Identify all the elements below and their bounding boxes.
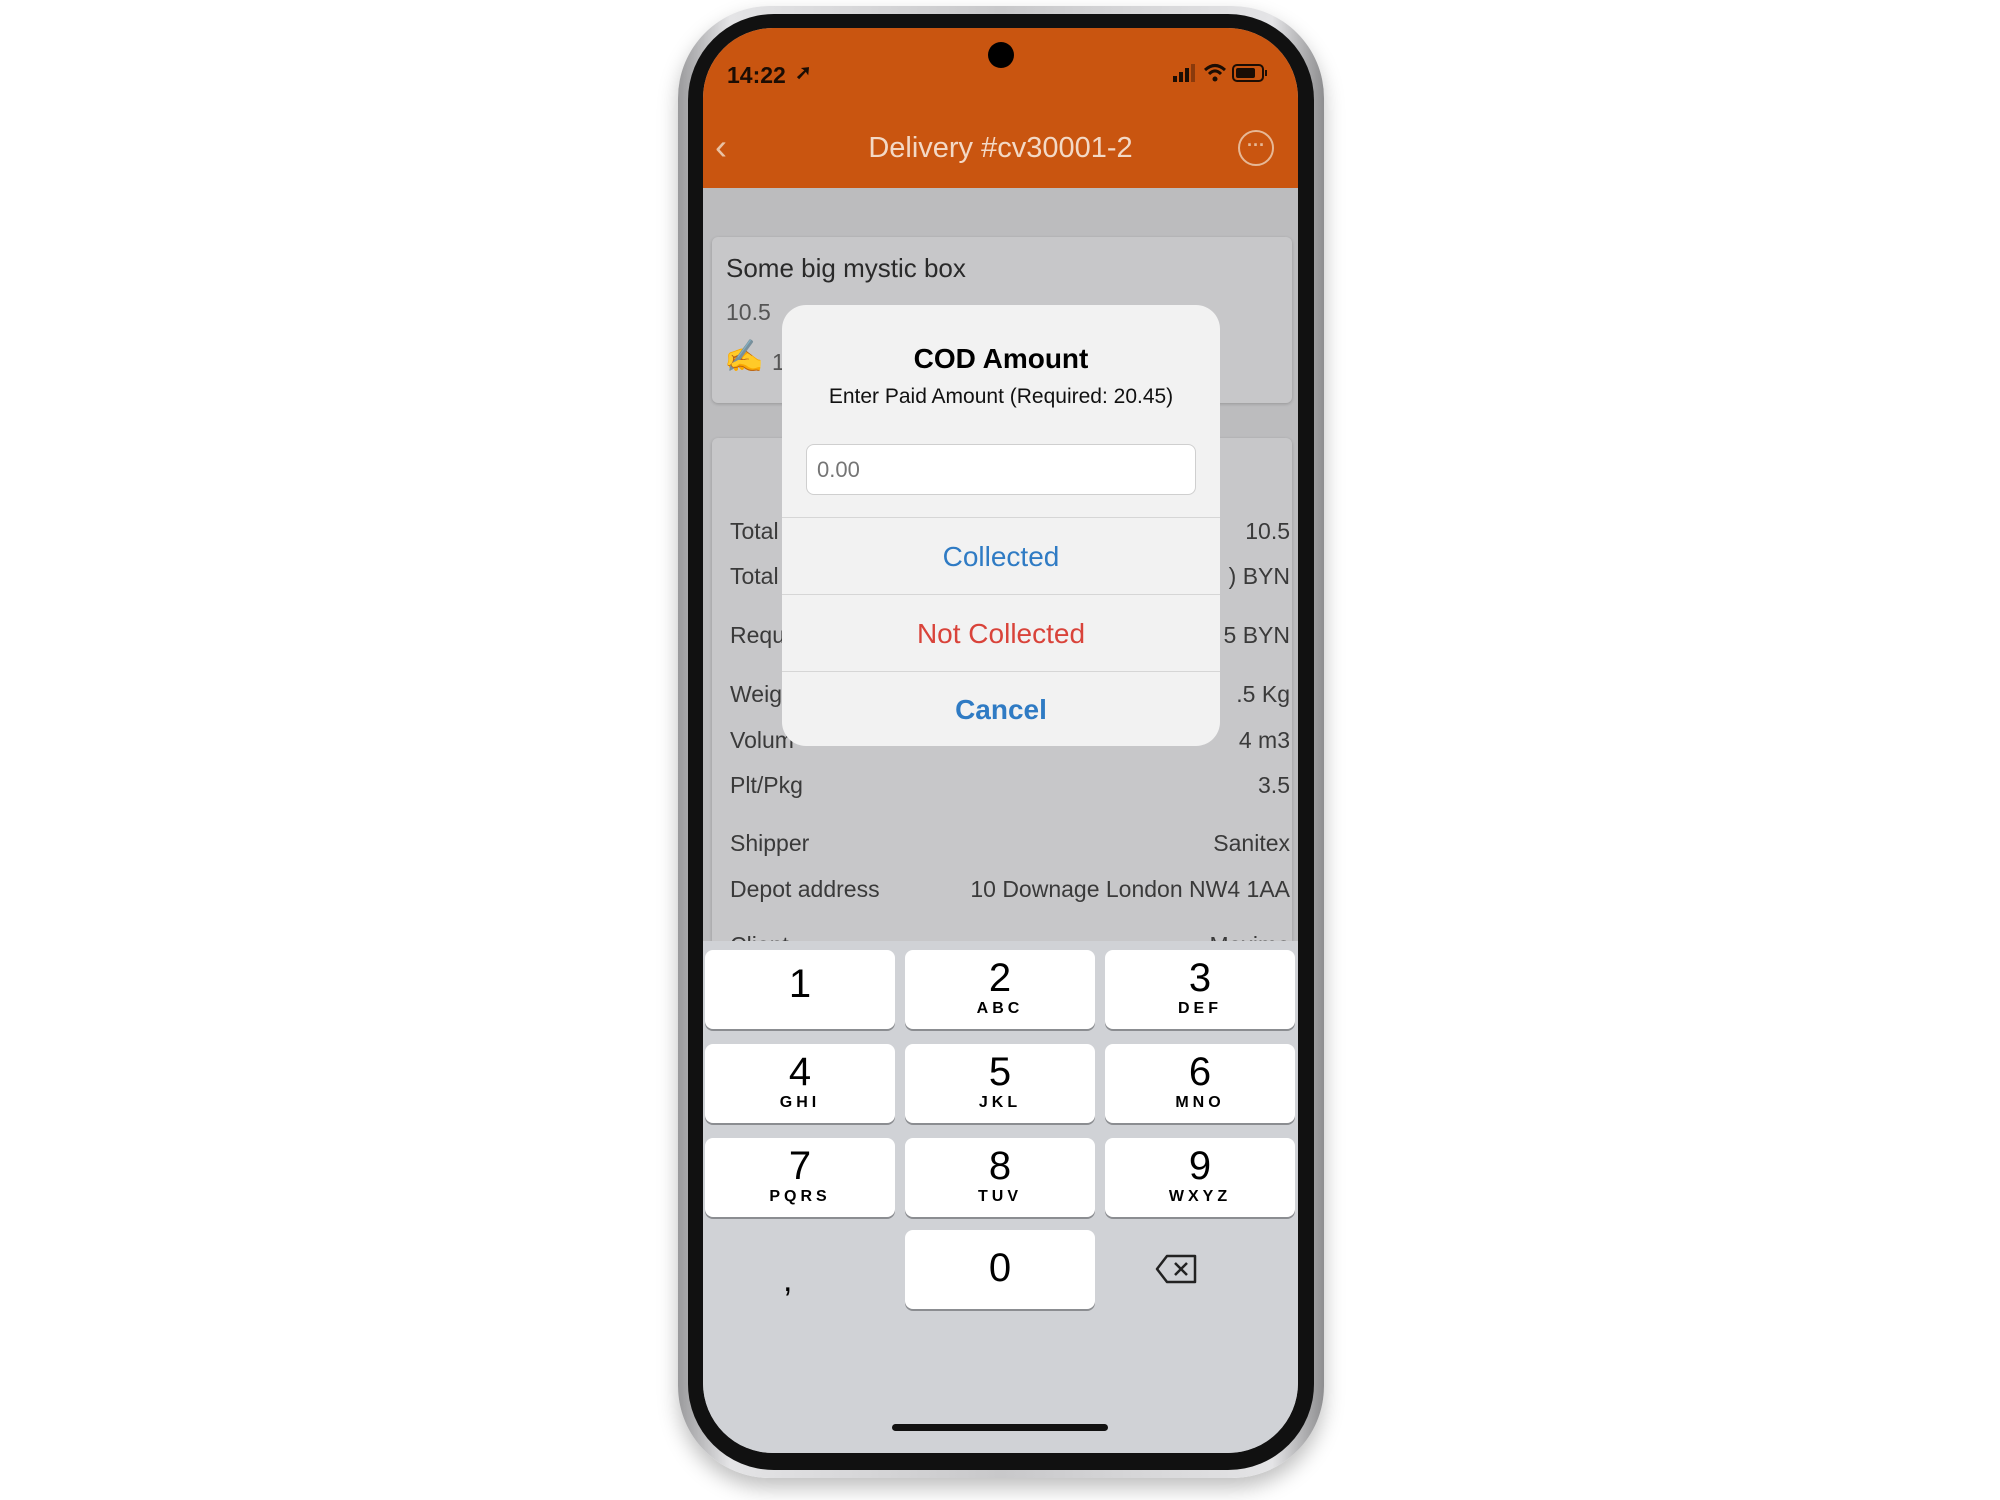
detail-row: Plt/Pkg 3.5: [730, 772, 1290, 799]
detail-label: Plt/Pkg: [730, 772, 803, 798]
key-6[interactable]: 6 MNO: [1105, 1044, 1295, 1123]
page-title: Delivery #cv30001-2: [868, 132, 1133, 164]
screen: 14:22 ➚ ‹ Delivery #cv30001-2 ··· Some b…: [703, 28, 1298, 1453]
key-comma[interactable]: ,: [783, 1261, 792, 1300]
more-options-icon[interactable]: ···: [1238, 130, 1274, 166]
paid-amount-input[interactable]: [806, 444, 1196, 495]
detail-value: 3.5: [1258, 772, 1290, 798]
key-3[interactable]: 3 DEF: [1105, 950, 1295, 1029]
item-name: Some big mystic box: [726, 253, 966, 283]
backspace-icon[interactable]: [1155, 1253, 1199, 1285]
detail-value: ) BYN: [1228, 563, 1290, 589]
detail-value: 10.5: [1245, 518, 1290, 544]
cash-hand-icon: ✍: [724, 338, 764, 374]
key-5[interactable]: 5 JKL: [905, 1044, 1095, 1123]
detail-label: Total: [730, 563, 779, 589]
camera-icon: [988, 42, 1014, 68]
key-7[interactable]: 7 PQRS: [705, 1138, 895, 1217]
detail-row: Depot address 10 Downage London NW4 1AA: [730, 876, 1290, 903]
collected-button[interactable]: Collected: [782, 517, 1220, 594]
cancel-button[interactable]: Cancel: [782, 671, 1220, 746]
status-icons: [1173, 64, 1267, 82]
key-8[interactable]: 8 TUV: [905, 1138, 1095, 1217]
location-arrow-icon: ➚: [795, 62, 812, 84]
signal-icon: [1173, 64, 1195, 82]
not-collected-button[interactable]: Not Collected: [782, 594, 1220, 671]
home-indicator[interactable]: [892, 1424, 1108, 1431]
detail-label: Shipper: [730, 830, 810, 856]
dialog-message: Enter Paid Amount (Required: 20.45): [828, 385, 1174, 408]
numeric-keyboard: 1 2 ABC 3 DEF 4 GHI 5 JKL 6 MNO 7 PQRS 8 TUV 9 WXYZ , 0: [703, 941, 1298, 1453]
detail-value: 5 BYN: [1223, 622, 1290, 648]
detail-value: .5 Kg: [1236, 681, 1290, 707]
key-4[interactable]: 4 GHI: [705, 1044, 895, 1123]
battery-icon: [1232, 64, 1267, 82]
wifi-icon: [1203, 64, 1227, 82]
detail-value: 4 m3: [1238, 727, 1290, 753]
nav-header: 14:22 ➚ ‹ Delivery #cv30001-2 ···: [703, 28, 1298, 188]
detail-value: 10 Downage London NW4 1AA: [970, 876, 1290, 902]
key-0[interactable]: 0: [905, 1230, 1095, 1309]
key-1[interactable]: 1: [705, 950, 895, 1029]
dialog-title: COD Amount: [913, 343, 1089, 374]
detail-label: Depot address: [730, 876, 880, 902]
key-9[interactable]: 9 WXYZ: [1105, 1138, 1295, 1217]
item-qty: 10.5: [726, 299, 771, 325]
status-time: 14:22: [727, 62, 786, 88]
detail-value: Sanitex: [1213, 830, 1290, 856]
key-2[interactable]: 2 ABC: [905, 950, 1095, 1029]
cod-amount-dialog: COD Amount Enter Paid Amount (Required: …: [782, 305, 1220, 746]
detail-row: Shipper Sanitex: [730, 830, 1290, 857]
